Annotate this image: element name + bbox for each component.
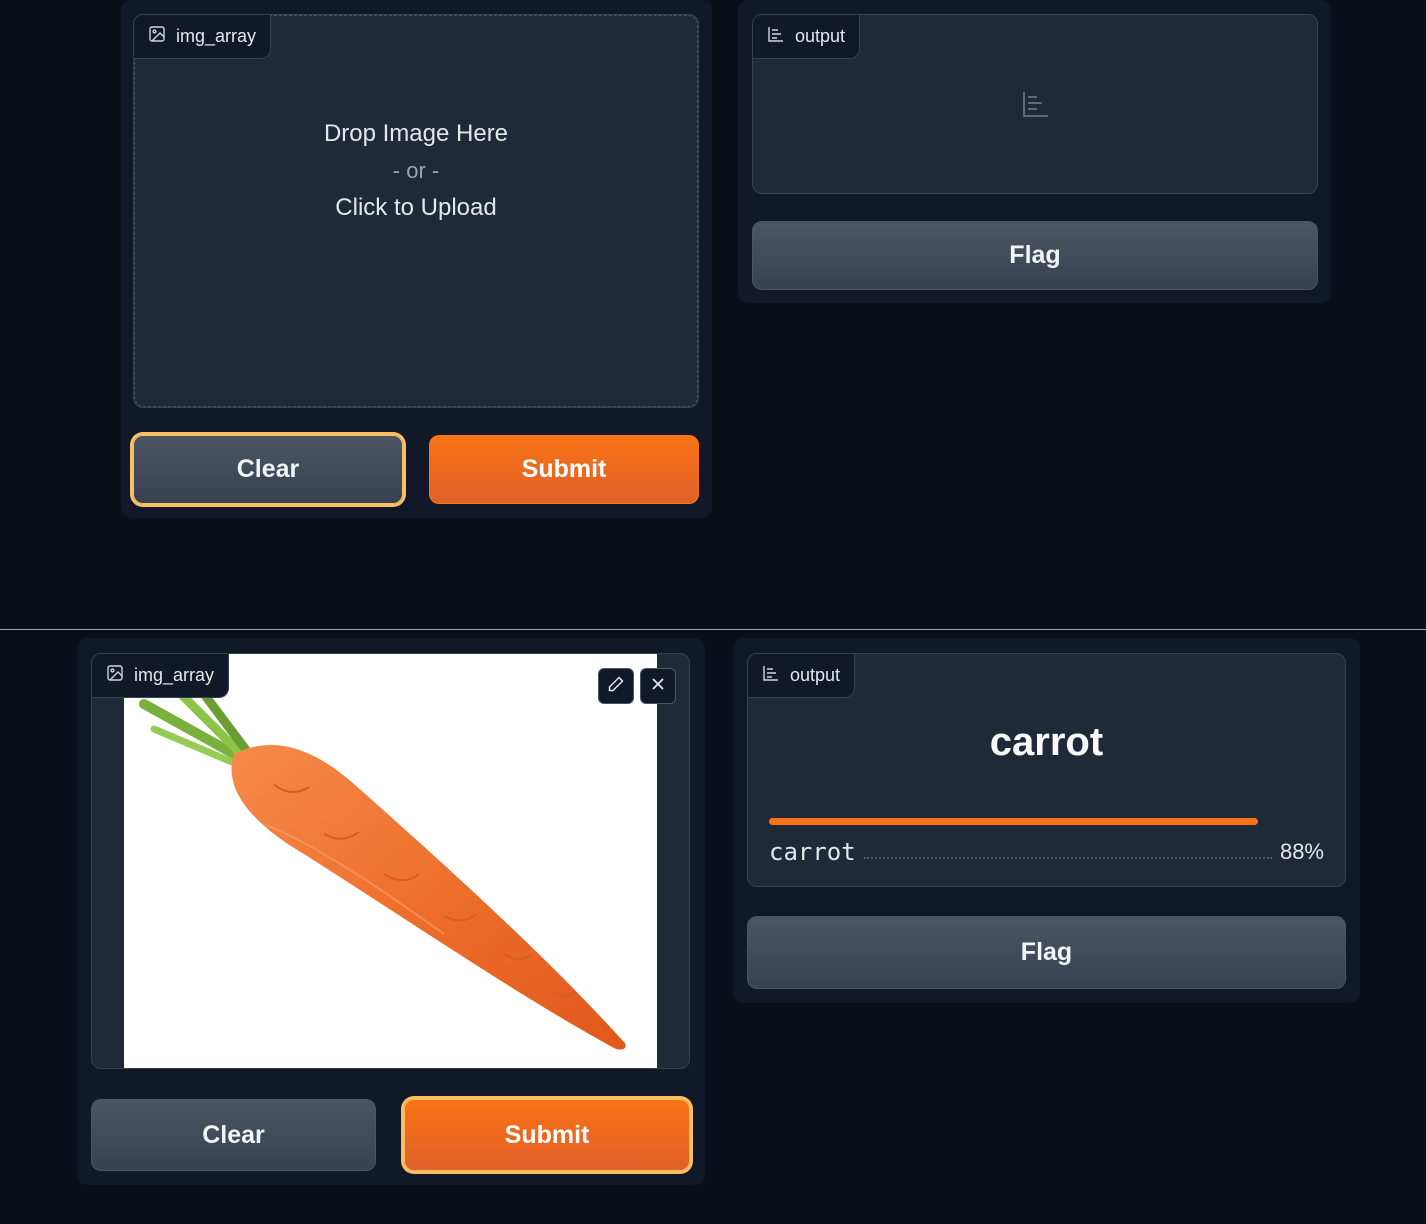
bar-chart-icon [762,664,780,687]
edit-icon [607,675,625,698]
remove-image-button[interactable] [640,668,676,704]
upload-dropzone[interactable]: Drop Image Here - or - Click to Upload [134,15,698,407]
confidence-dots [863,857,1272,859]
empty-output-chart-icon [1020,89,1050,119]
bottom-output-label: output [748,654,856,698]
predicted-label: carrot [989,720,1104,764]
top-output-label: output [753,15,861,59]
top-label-output: output [752,14,1318,194]
bottom-flag-button[interactable]: Flag [747,916,1346,989]
bottom-image-input[interactable]: img_array [91,653,690,1069]
bottom-clear-button[interactable]: Clear [91,1099,376,1171]
close-icon [649,675,667,698]
image-icon [148,25,166,48]
top-submit-button[interactable]: Submit [429,435,699,504]
drop-image-text: Drop Image Here [323,120,509,147]
carrot-illustration [139,687,626,1050]
top-image-input-label: img_array [134,15,272,59]
bottom-submit-button[interactable]: Submit [404,1099,690,1171]
click-to-upload-text: Click to Upload [335,194,497,221]
top-output-panel: output Flag [738,0,1331,303]
edit-image-button[interactable] [598,668,634,704]
top-image-input[interactable]: img_array Drop Image Here - or - Click t… [133,14,699,408]
bottom-input-panel: img_array Clear Submit [77,638,705,1185]
confidence-label: carrot [769,838,856,866]
uploaded-carrot-image [124,654,657,1068]
bar-chart-icon [767,25,785,48]
top-clear-button[interactable]: Clear [133,435,403,504]
bottom-label-output: output carrot carrot 88% [747,653,1346,887]
bottom-output-panel: output carrot carrot 88% Flag [733,638,1360,1003]
confidence-bar [769,818,1258,825]
section-divider [0,629,1426,630]
confidence-percent: 88% [1279,839,1324,864]
confidence-row: carrot 88% [769,836,1324,868]
top-input-panel: img_array Drop Image Here - or - Click t… [121,0,712,518]
top-flag-button[interactable]: Flag [752,221,1318,290]
bottom-image-input-label: img_array [92,654,230,698]
or-text: - or - [392,158,440,183]
image-icon [106,664,124,687]
